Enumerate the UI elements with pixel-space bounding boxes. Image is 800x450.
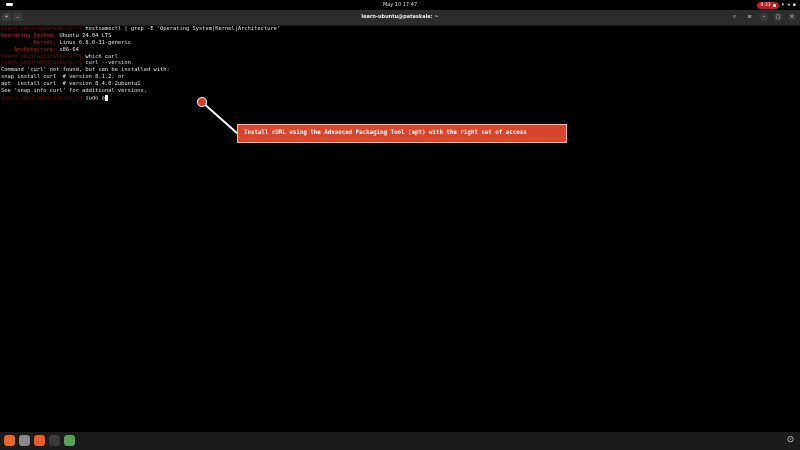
output-key: Kernel: [1, 39, 57, 46]
annotation-marker [197, 97, 207, 107]
files-icon[interactable] [19, 435, 30, 446]
terminal-line: Operating System: Ubuntu 24.04 LTS [0, 33, 800, 40]
record-stop-icon [772, 3, 776, 7]
output-text: Ubuntu 24.04 LTS [56, 32, 112, 39]
maximize-button[interactable]: □ [774, 13, 782, 21]
terminal-line: learn-ubuntu@pataskale:~$ curl --version [0, 60, 800, 67]
command-text: sudo a [82, 95, 105, 102]
wifi-icon: ▾ [781, 2, 785, 8]
terminal-line: Architecture: x86-64 [0, 47, 800, 54]
terminal-line: learn-ubuntu@pataskale:~$ hostnamectl | … [0, 26, 800, 33]
system-tray[interactable]: 0:33 ▾ ◂ ▪ [757, 1, 796, 9]
command-text: hostnamectl | grep -E 'Operating System|… [82, 26, 281, 32]
terminal-line: Kernel: Linux 6.8.0-31-generic [0, 40, 800, 47]
volume-icon: ◂ [787, 2, 790, 8]
record-time: 0:33 [760, 2, 771, 8]
terminal-line: learn-ubuntu@pataskale:~$ which curl [0, 54, 800, 61]
menu-icon[interactable]: ≡ [745, 13, 754, 21]
command-text: which curl [82, 53, 118, 60]
output-text: snap install curl # version 8.1.2, or [1, 74, 125, 81]
shell-prompt: learn-ubuntu@pataskale:~$ [1, 95, 83, 102]
search-icon[interactable]: ⌕ [730, 13, 739, 21]
dock: ⊙ [0, 432, 800, 450]
screen-record-badge[interactable]: 0:33 [757, 1, 779, 9]
software-center-icon[interactable] [34, 435, 45, 446]
output-text: See 'snap info curl' for additional vers… [1, 88, 148, 95]
shell-prompt: learn-ubuntu@pataskale:~$ [1, 60, 83, 67]
output-text: Command 'curl' not found, but can be ins… [1, 67, 170, 74]
close-button[interactable]: × [788, 13, 796, 21]
command-text: curl --version [82, 60, 131, 67]
text-cursor [104, 94, 108, 101]
terminal-line: snap install curl # version 8.1.2, or [0, 74, 800, 81]
terminal-line: apt install curl # version 8.4.0-2ubuntu… [0, 81, 800, 88]
terminal-headerbar: + ⌄ learn-ubuntu@pataskale: ~ ⌕ ≡ – □ × [0, 10, 800, 26]
annotation-callout: Install cURL using the Advanced Packagin… [237, 124, 567, 143]
terminal-icon[interactable] [49, 435, 60, 446]
output-text: apt install curl # version 8.4.0-2ubuntu… [1, 81, 141, 88]
text-editor-icon[interactable] [64, 435, 75, 446]
clock[interactable]: May 10 17:47 [0, 0, 800, 10]
show-apps-icon[interactable]: ⊙ [785, 435, 796, 446]
output-key: Architecture: [1, 46, 57, 53]
window-title: learn-ubuntu@pataskale: ~ [361, 14, 439, 20]
terminal-line: Command 'curl' not found, but can be ins… [0, 67, 800, 74]
power-icon: ▪ [792, 2, 796, 8]
output-text: Linux 6.8.0-31-generic [56, 39, 131, 46]
output-key: Operating System: [1, 32, 57, 39]
shell-prompt: learn-ubuntu@pataskale:~$ [1, 26, 83, 32]
top-bar: May 10 17:47 0:33 ▾ ◂ ▪ [0, 0, 800, 10]
output-text: x86-64 [56, 46, 79, 53]
terminal-line: See 'snap info curl' for additional vers… [0, 88, 800, 95]
firefox-icon[interactable] [4, 435, 15, 446]
terminal-output[interactable]: learn-ubuntu@pataskale:~$ hostnamectl | … [0, 26, 800, 432]
shell-prompt: learn-ubuntu@pataskale:~$ [1, 53, 83, 60]
terminal-line: learn-ubuntu@pataskale:~$ sudo a [0, 94, 800, 102]
minimize-button[interactable]: – [760, 13, 768, 21]
